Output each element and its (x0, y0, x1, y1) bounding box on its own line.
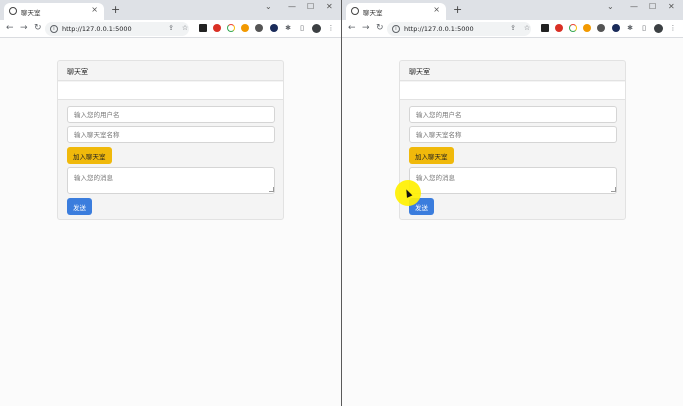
extension-red-icon[interactable] (555, 24, 563, 32)
tab-strip: 聊天室 × + ⌄ — ☐ ✕ (0, 0, 341, 20)
close-window-button[interactable]: ✕ (668, 2, 675, 12)
browser-toolbar: ← → ↻ i http://127.0.0.1:5000 ⇪ ☆ ✱ ▯ ⋮ (342, 20, 683, 38)
extension-chrome-icon[interactable] (227, 24, 235, 32)
globe-icon (351, 7, 359, 15)
new-tab-button[interactable]: + (453, 3, 462, 17)
menu-icon[interactable]: ⋮ (327, 24, 335, 32)
chevron-down-icon[interactable]: ⌄ (607, 2, 614, 12)
extension-navy-icon[interactable] (612, 24, 620, 32)
extension-chrome-icon[interactable] (569, 24, 577, 32)
profile-avatar[interactable] (654, 24, 663, 33)
chat-card: 聊天室 加入聊天室 发送 (399, 60, 626, 220)
page-content: 聊天室 加入聊天室 发送 (0, 38, 341, 406)
extension-gray-icon[interactable] (597, 24, 605, 32)
page-content: 聊天室 加入聊天室 发送 (342, 38, 683, 406)
extension-icon[interactable] (199, 24, 207, 32)
close-window-button[interactable]: ✕ (326, 2, 333, 12)
extension-red-icon[interactable] (213, 24, 221, 32)
tab-title: 聊天室 (363, 9, 383, 17)
bookmark-star-icon[interactable]: ☆ (181, 24, 189, 32)
room-name-input[interactable] (67, 126, 275, 143)
menu-icon[interactable]: ⋮ (669, 24, 677, 32)
site-info-icon[interactable]: i (392, 25, 400, 33)
extension-gray-icon[interactable] (255, 24, 263, 32)
chevron-down-icon[interactable]: ⌄ (265, 2, 272, 12)
room-name-input[interactable] (409, 126, 617, 143)
minimize-button[interactable]: — (630, 2, 638, 12)
extension-icon[interactable] (541, 24, 549, 32)
browser-tab[interactable]: 聊天室 × (4, 3, 104, 20)
message-input[interactable] (409, 167, 617, 194)
browser-toolbar: ← → ↻ i http://127.0.0.1:5000 ⇪ ☆ ✱ ▯ ⋮ (0, 20, 341, 38)
card-header: 聊天室 (400, 61, 625, 81)
reload-button[interactable]: ↻ (34, 23, 42, 34)
username-input[interactable] (67, 106, 275, 123)
back-button[interactable]: ← (6, 23, 14, 34)
new-tab-button[interactable]: + (111, 3, 120, 17)
share-icon[interactable]: ⇪ (509, 24, 517, 32)
send-button[interactable]: 发送 (67, 198, 92, 215)
reload-button[interactable]: ↻ (376, 23, 384, 34)
address-url: http://127.0.0.1:5000 (404, 25, 474, 33)
forward-button[interactable]: → (362, 23, 370, 34)
puzzle-icon[interactable]: ✱ (626, 24, 634, 32)
message-area (400, 82, 625, 100)
side-panel-icon[interactable]: ▯ (298, 24, 306, 32)
desktop-screen: 聊天室 × + ⌄ — ☐ ✕ ← → ↻ i http://127.0.0.1… (0, 0, 683, 406)
message-input[interactable] (67, 167, 275, 194)
maximize-button[interactable]: ☐ (649, 2, 656, 12)
bookmark-star-icon[interactable]: ☆ (523, 24, 531, 32)
site-info-icon[interactable]: i (50, 25, 58, 33)
extension-orange-icon[interactable] (583, 24, 591, 32)
share-icon[interactable]: ⇪ (167, 24, 175, 32)
side-panel-icon[interactable]: ▯ (640, 24, 648, 32)
browser-window-right: 聊天室 × + ⌄ — ☐ ✕ ← → ↻ i http://127.0.0.1… (342, 0, 683, 406)
browser-tab[interactable]: 聊天室 × (346, 3, 446, 20)
tab-close-icon[interactable]: × (91, 5, 98, 14)
profile-avatar[interactable] (312, 24, 321, 33)
join-room-button[interactable]: 加入聊天室 (67, 147, 112, 164)
card-title: 聊天室 (409, 68, 430, 76)
extension-orange-icon[interactable] (241, 24, 249, 32)
card-header: 聊天室 (58, 61, 283, 81)
username-input[interactable] (409, 106, 617, 123)
globe-icon (9, 7, 17, 15)
extension-navy-icon[interactable] (270, 24, 278, 32)
back-button[interactable]: ← (348, 23, 356, 34)
forward-button[interactable]: → (20, 23, 28, 34)
tab-close-icon[interactable]: × (433, 5, 440, 14)
puzzle-icon[interactable]: ✱ (284, 24, 292, 32)
message-area (58, 82, 283, 100)
tab-title: 聊天室 (21, 9, 41, 17)
resize-grip-icon[interactable] (611, 187, 616, 192)
tab-strip: 聊天室 × + ⌄ — ☐ ✕ (342, 0, 683, 20)
maximize-button[interactable]: ☐ (307, 2, 314, 12)
card-title: 聊天室 (67, 68, 88, 76)
minimize-button[interactable]: — (288, 2, 296, 12)
address-url: http://127.0.0.1:5000 (62, 25, 132, 33)
resize-grip-icon[interactable] (269, 187, 274, 192)
chat-card: 聊天室 加入聊天室 发送 (57, 60, 284, 220)
browser-window-left: 聊天室 × + ⌄ — ☐ ✕ ← → ↻ i http://127.0.0.1… (0, 0, 341, 406)
join-room-button[interactable]: 加入聊天室 (409, 147, 454, 164)
